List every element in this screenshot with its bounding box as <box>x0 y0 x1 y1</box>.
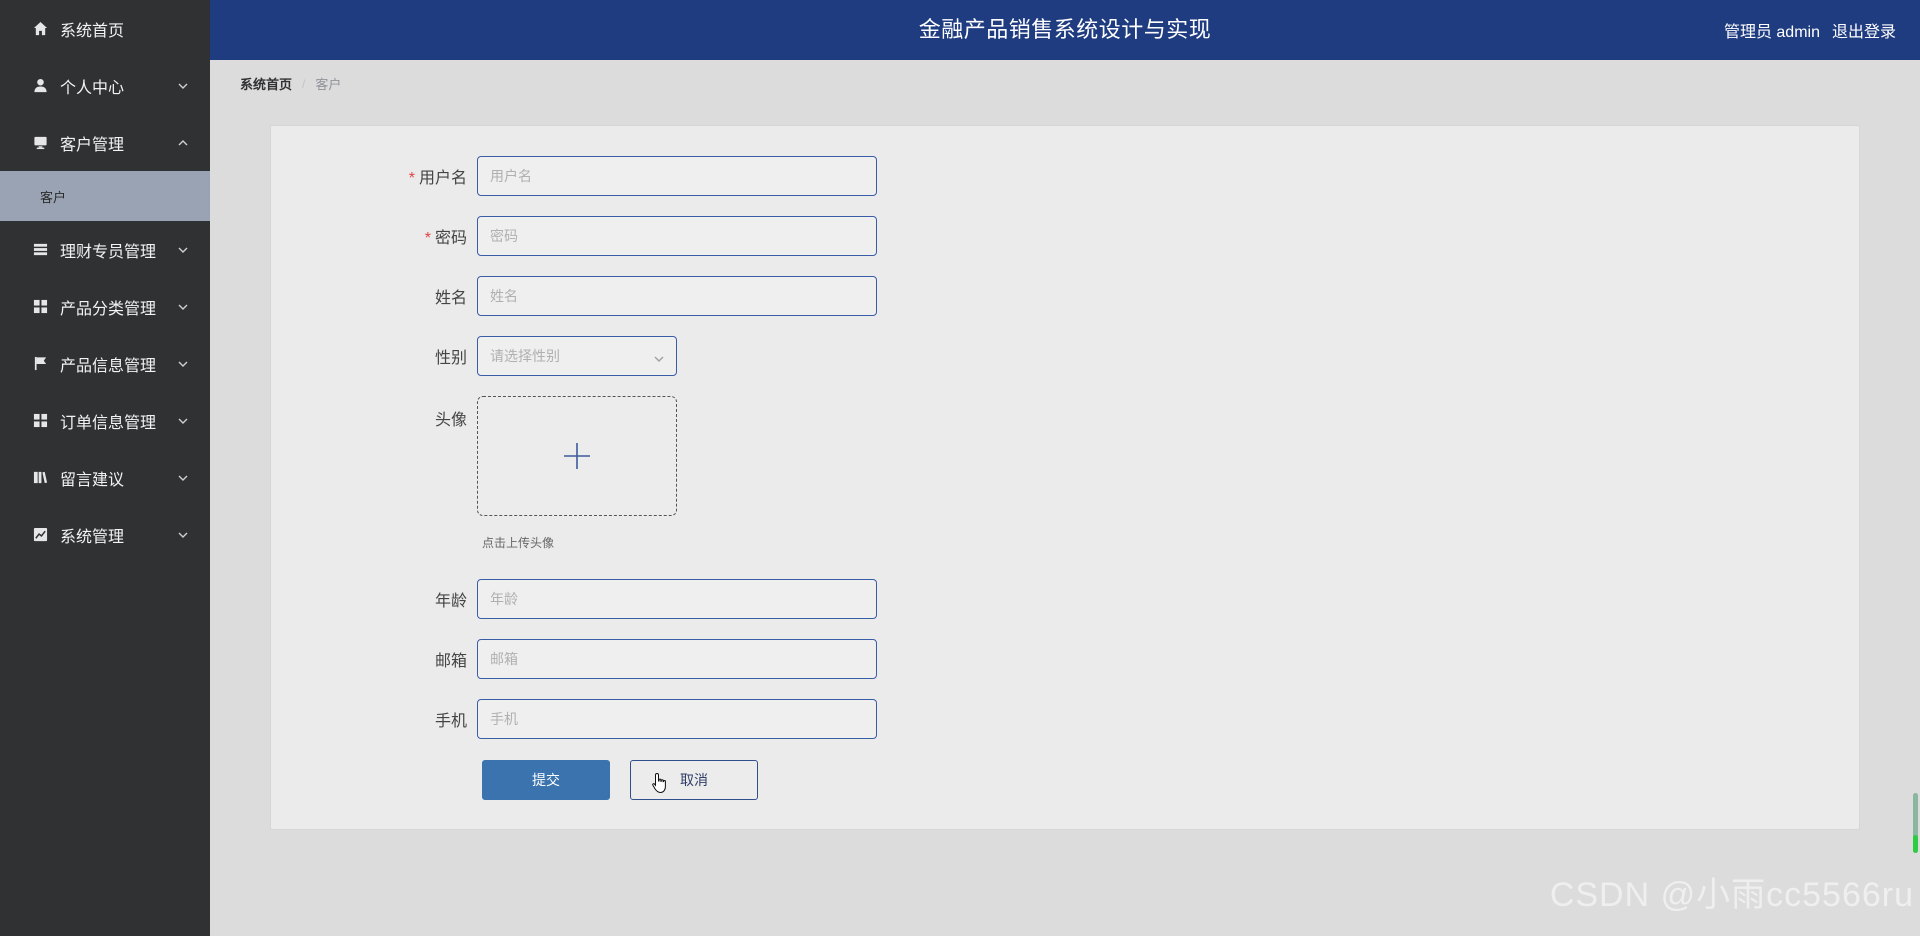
chevron-down-icon <box>178 530 188 540</box>
submit-button[interactable]: 提交 <box>482 760 610 800</box>
main-content: 系统首页 / 客户 *用户名 *密码 姓名 性别 请选择性别 头像 <box>210 60 1920 936</box>
gender-select[interactable]: 请选择性别 <box>477 336 677 376</box>
sidebar-item-label: 留言建议 <box>60 471 125 489</box>
breadcrumb-current: 客户 <box>315 77 342 92</box>
cancel-button[interactable]: 取消 <box>630 760 758 800</box>
required-mark: * <box>408 170 415 187</box>
form-row-email: 邮箱 <box>271 639 877 679</box>
breadcrumb-separator: / <box>302 76 306 91</box>
form-row-phone: 手机 <box>271 699 877 739</box>
phone-label: 手机 <box>434 713 467 730</box>
form-row-username: * 用户名 <box>271 156 877 196</box>
book-icon <box>32 470 48 486</box>
sidebar-subitem-customer[interactable]: 客户 <box>0 171 210 221</box>
sidebar-item-label: 订单信息管理 <box>60 414 157 432</box>
password-label: * 密码 <box>424 230 467 247</box>
age-label: 年龄 <box>434 593 467 610</box>
avatar-label: 头像 <box>434 412 467 429</box>
list-icon <box>32 242 48 258</box>
logout-link[interactable]: 退出登录 <box>1832 18 1896 42</box>
header-user-area: 管理员 admin 退出登录 <box>1724 0 1896 60</box>
sidebar-item-order-info[interactable]: 订单信息管理 <box>0 392 210 449</box>
breadcrumb: 系统首页 / 客户 <box>240 74 341 93</box>
sidebar-item-label: 理财专员管理 <box>60 243 157 261</box>
username-input[interactable] <box>477 156 877 196</box>
avatar-upload-tip: 点击上传头像 <box>482 536 555 550</box>
breadcrumb-home[interactable]: 系统首页 <box>240 74 292 93</box>
sidebar-item-system-management[interactable]: 系统管理 <box>0 506 210 563</box>
watermark: CSDN @小雨cc5566ru <box>1549 876 1914 914</box>
sidebar-item-customer-management[interactable]: 客户管理 <box>0 114 210 171</box>
sidebar-item-home[interactable]: 系统首页 <box>0 0 210 57</box>
avatar-uploader[interactable] <box>477 396 677 516</box>
chart-icon <box>32 527 48 543</box>
gender-label: 性别 <box>434 350 467 367</box>
sidebar-item-label: 客户管理 <box>60 136 125 154</box>
sidebar-item-label: 系统管理 <box>60 528 125 546</box>
chevron-down-icon <box>178 245 188 255</box>
user-icon <box>32 78 48 94</box>
chevron-up-icon <box>178 138 188 148</box>
sidebar-item-label: 个人中心 <box>60 79 125 97</box>
sidebar-item-product-category[interactable]: 产品分类管理 <box>0 278 210 335</box>
chevron-down-icon <box>654 351 664 362</box>
required-mark: * <box>424 230 431 247</box>
sidebar-item-product-info[interactable]: 产品信息管理 <box>0 335 210 392</box>
chevron-down-icon <box>178 416 188 426</box>
form-row-age: 年龄 <box>271 579 877 619</box>
plus-icon <box>564 443 590 469</box>
age-input[interactable] <box>477 579 877 619</box>
sidebar-item-profile[interactable]: 个人中心 <box>0 57 210 114</box>
sidebar-item-feedback[interactable]: 留言建议 <box>0 449 210 506</box>
form-row-avatar: 头像 <box>271 396 677 516</box>
flag-icon <box>32 356 48 372</box>
monitor-icon <box>32 135 48 151</box>
customer-form-card: *用户名 *密码 姓名 性别 请选择性别 头像 点击上传头像 年龄 <box>270 125 1860 830</box>
current-user-label: 管理员 admin <box>1723 24 1820 41</box>
app-title: 金融产品销售系统设计与实现 <box>918 17 1212 42</box>
chevron-down-icon <box>178 359 188 369</box>
username-label: * 用户名 <box>408 170 467 187</box>
sidebar-item-label: 产品信息管理 <box>60 357 157 375</box>
sidebar-item-advisor-management[interactable]: 理财专员管理 <box>0 221 210 278</box>
phone-input[interactable] <box>477 699 877 739</box>
name-label: 姓名 <box>434 290 467 307</box>
name-input[interactable] <box>477 276 877 316</box>
chevron-down-icon <box>178 302 188 312</box>
gender-select-placeholder: 请选择性别 <box>490 348 560 364</box>
grid-icon <box>32 413 48 429</box>
chevron-down-icon <box>178 81 188 91</box>
chevron-down-icon <box>178 473 188 483</box>
scroll-indicator <box>1913 793 1918 853</box>
sidebar-item-label: 系统首页 <box>60 22 125 40</box>
form-row-name: 姓名 <box>271 276 877 316</box>
password-input[interactable] <box>477 216 877 256</box>
sidebar: 系统首页 个人中心 客户管理 客户 理财专员管理 产品分类管理 产品信息管理 订… <box>0 0 210 936</box>
form-row-gender: 性别 请选择性别 <box>271 336 677 376</box>
sidebar-item-label: 产品分类管理 <box>60 300 157 318</box>
sidebar-subitem-label: 客户 <box>40 189 67 205</box>
email-label: 邮箱 <box>434 653 467 670</box>
top-header: 金融产品销售系统设计与实现 管理员 admin 退出登录 <box>210 0 1920 60</box>
email-input[interactable] <box>477 639 877 679</box>
grid-icon <box>32 299 48 315</box>
form-actions: 提交 取消 <box>482 760 758 800</box>
home-icon <box>32 21 48 37</box>
hand-cursor-icon <box>652 772 666 794</box>
form-row-password: * 密码 <box>271 216 877 256</box>
